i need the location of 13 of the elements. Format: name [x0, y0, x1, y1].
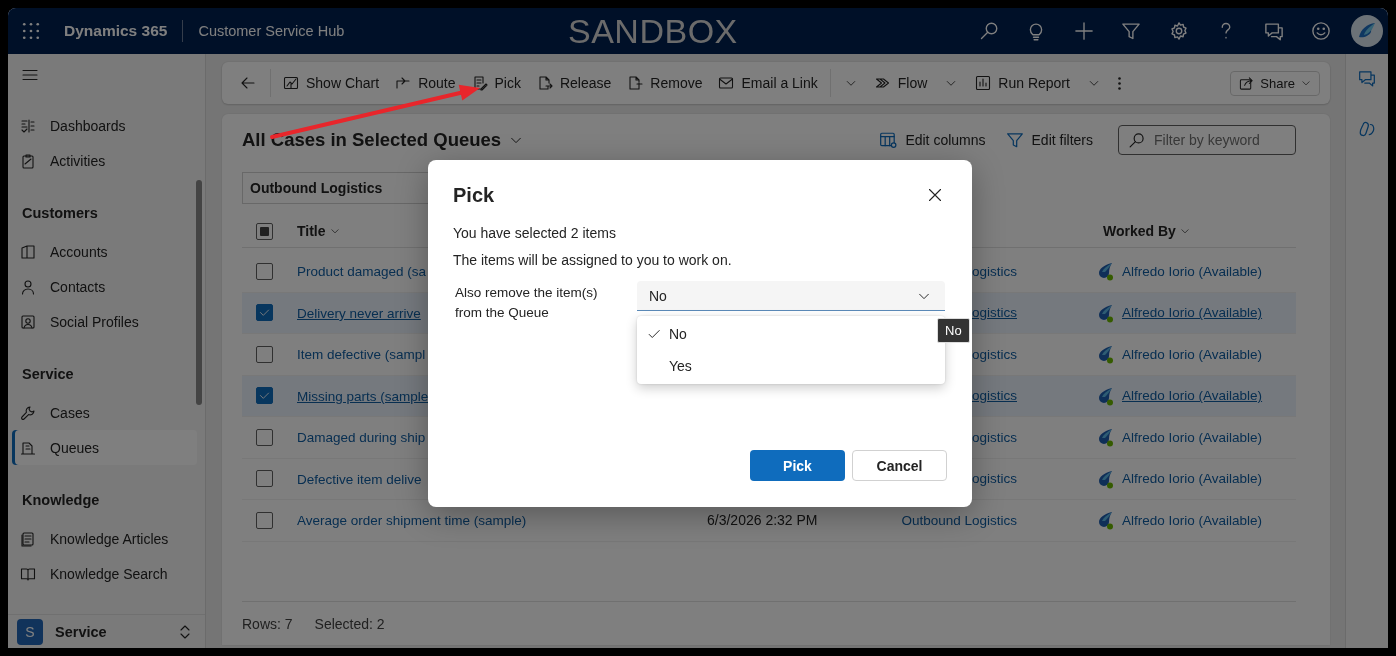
field-label: Also remove the item(s) from the Queue: [454, 284, 599, 322]
date-cell: 6/3/2026 2:32 PM: [707, 512, 818, 529]
sidebar-group-heading: Knowledge: [21, 491, 101, 510]
area-initial: S: [17, 618, 43, 645]
tooltip: No: [937, 318, 970, 343]
row-count: Rows: 7: [242, 615, 293, 632]
dialog-title: Pick: [453, 183, 495, 207]
selected-count: Selected: 2: [314, 615, 385, 632]
dialog-message: You have selected 2 items: [453, 225, 617, 241]
sidebar-group-heading: Service: [21, 365, 75, 384]
environment-label: SANDBOX: [568, 11, 738, 51]
dialog-message: The items will be assigned to you to work on.: [453, 252, 733, 268]
sidebar-group-heading: Customers: [21, 204, 99, 223]
